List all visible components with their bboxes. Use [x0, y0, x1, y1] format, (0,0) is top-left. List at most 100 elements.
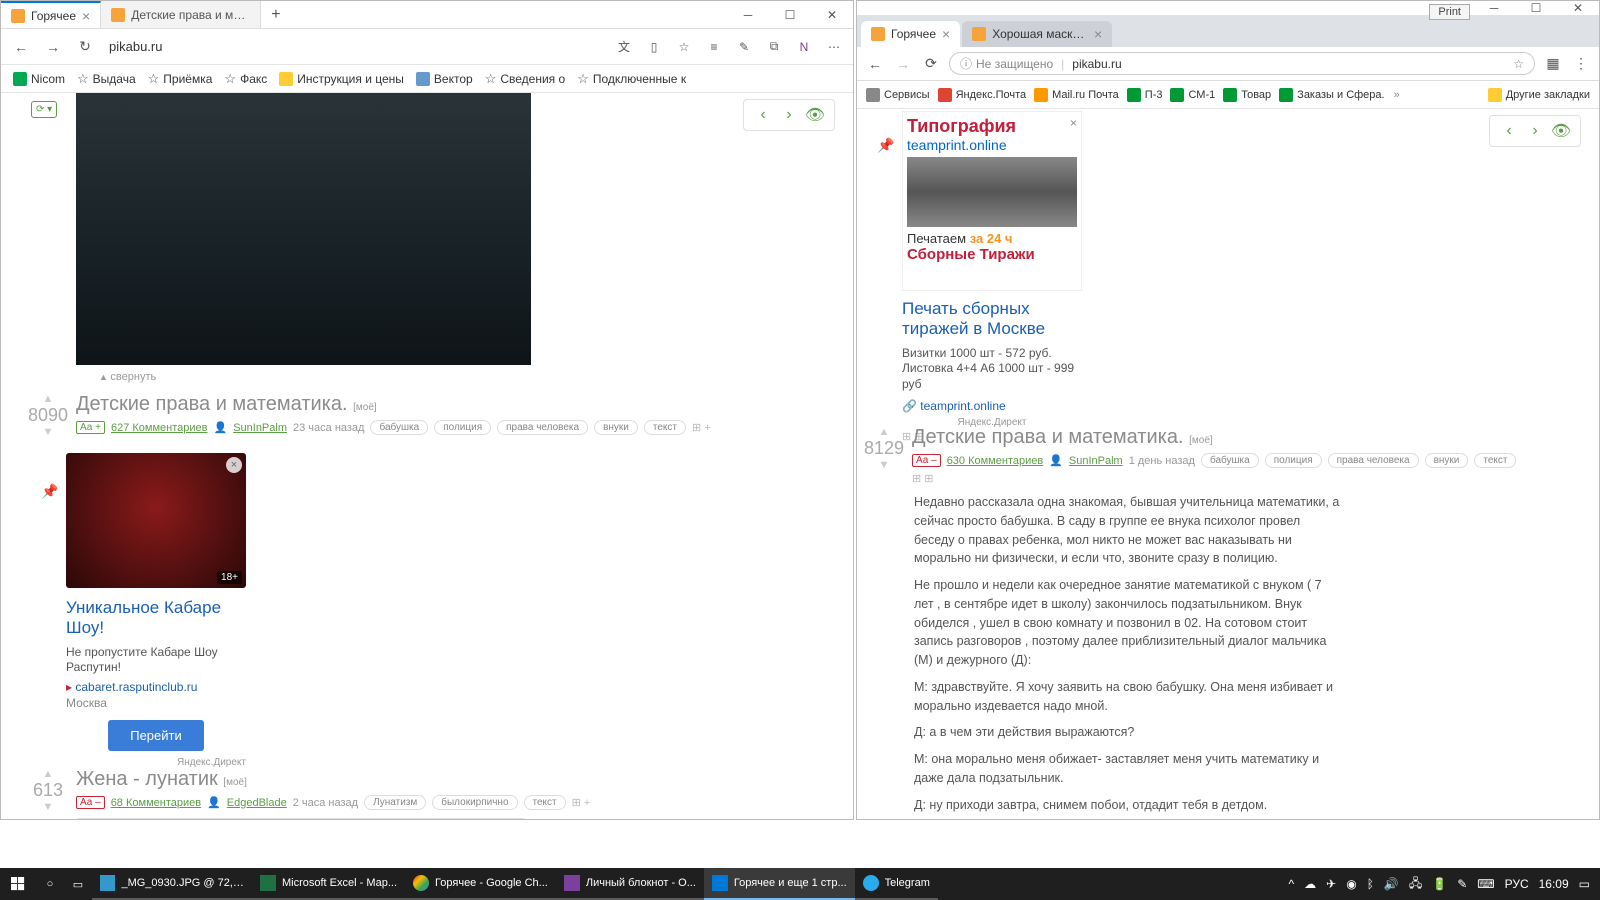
- upvote-button[interactable]: ▲: [26, 768, 70, 780]
- taskbar-item[interactable]: Горячее и еще 1 стр...: [704, 868, 855, 900]
- tag[interactable]: текст: [524, 795, 566, 810]
- bookmark-sved[interactable]: ☆Сведения о: [481, 69, 569, 89]
- bookmark-overflow[interactable]: »: [1394, 89, 1400, 101]
- more-tags[interactable]: ⊞ +: [572, 796, 591, 809]
- view-icon[interactable]: 👁: [1550, 120, 1572, 142]
- comments-link[interactable]: 630 Комментариев: [947, 455, 1044, 467]
- tag[interactable]: права человека: [1328, 453, 1419, 468]
- taskbar-item[interactable]: Telegram: [855, 868, 938, 900]
- chrome-tab-2[interactable]: Хорошая маскировка... ×: [962, 21, 1112, 47]
- ad-close-icon[interactable]: ×: [1070, 116, 1077, 130]
- bookmark-vydacha[interactable]: ☆Выдача: [73, 69, 140, 89]
- taskbar-item[interactable]: Microsoft Excel - Мар...: [252, 868, 405, 900]
- back-button[interactable]: ←: [865, 54, 885, 74]
- reading-icon[interactable]: ▯: [645, 38, 663, 56]
- user-link[interactable]: EdgedBlade: [227, 797, 287, 809]
- bookmark-yandex[interactable]: Яндекс.Почта: [935, 86, 1030, 104]
- collapse-link[interactable]: свернуть: [99, 371, 156, 383]
- prev-button[interactable]: ‹: [752, 104, 774, 126]
- more-icon[interactable]: ⋯: [825, 38, 843, 56]
- more-tags[interactable]: ⊞ +: [692, 421, 711, 434]
- ad-title[interactable]: Печать сборных тиражей в Москве: [902, 299, 1082, 340]
- ad-title[interactable]: Уникальное Кабаре Шоу!: [66, 598, 246, 639]
- downvote-button[interactable]: ▼: [862, 459, 906, 471]
- onenote-icon[interactable]: N: [795, 38, 813, 56]
- post-title[interactable]: Детские права и математика. [моё]: [76, 393, 796, 416]
- taskbar-item[interactable]: _MG_0930.JPG @ 72,6...: [92, 868, 252, 900]
- ad-link[interactable]: 🔗 teamprint.online: [902, 399, 1082, 413]
- notes-icon[interactable]: ✎: [735, 38, 753, 56]
- bookmark-nicom[interactable]: Nicom: [9, 70, 69, 88]
- tray-bluetooth-icon[interactable]: ᛒ: [1367, 877, 1374, 891]
- tiny-icons[interactable]: ⊞ ⊞: [912, 472, 1562, 485]
- aa-badge[interactable]: Аа +: [76, 421, 105, 434]
- tag[interactable]: полиция: [1265, 453, 1322, 468]
- bookmark-fax[interactable]: ☆Факс: [220, 69, 271, 89]
- ad-image[interactable]: × Типография teamprint.online Печатаем з…: [902, 111, 1082, 291]
- tag[interactable]: внуки: [1425, 453, 1469, 468]
- refresh-button[interactable]: ⟳: [921, 54, 941, 74]
- close-icon[interactable]: ×: [82, 8, 90, 24]
- bookmark-p3[interactable]: П-3: [1124, 86, 1166, 104]
- tray-telegram-icon[interactable]: ✈: [1326, 877, 1336, 891]
- hub-icon[interactable]: ≡: [705, 38, 723, 56]
- downvote-button[interactable]: ▼: [26, 801, 70, 813]
- comments-link[interactable]: 68 Комментариев: [111, 797, 201, 809]
- ad-image[interactable]: × 18+: [66, 453, 246, 588]
- forward-button[interactable]: →: [43, 37, 63, 57]
- security-badge[interactable]: ⓘ Не защищено: [960, 55, 1053, 72]
- tag[interactable]: былокирпично: [432, 795, 517, 810]
- forward-button[interactable]: →: [893, 54, 913, 74]
- upvote-button[interactable]: ▲: [26, 393, 70, 405]
- tray-lang[interactable]: РУС: [1505, 877, 1529, 891]
- taskbar-item[interactable]: Горячее - Google Ch...: [405, 868, 556, 900]
- tray-time[interactable]: 16:09: [1539, 877, 1569, 891]
- bookmark-podkl[interactable]: ☆Подключенные к: [573, 69, 690, 89]
- tray-notifications-icon[interactable]: ▭: [1579, 877, 1590, 891]
- bookmark-vektor[interactable]: Вектор: [412, 70, 477, 88]
- refresh-button[interactable]: ↻: [75, 37, 95, 57]
- bookmark-zakazy[interactable]: Заказы и Сфера.: [1276, 86, 1387, 104]
- star-icon[interactable]: ☆: [1513, 57, 1524, 71]
- tray-battery-icon[interactable]: 🔋: [1432, 877, 1447, 891]
- next-button[interactable]: ›: [1524, 120, 1546, 142]
- bookmark-services[interactable]: Сервисы: [863, 86, 933, 104]
- close-icon[interactable]: ×: [942, 26, 950, 42]
- task-view-button[interactable]: ▭: [64, 878, 92, 891]
- tray-onedrive-icon[interactable]: ☁: [1304, 877, 1316, 891]
- close-window-button[interactable]: ✕: [1557, 1, 1599, 15]
- ad-close-icon[interactable]: ×: [226, 457, 242, 473]
- user-link[interactable]: SunInPalm: [233, 422, 287, 434]
- tray-keyboard-icon[interactable]: ⌨: [1477, 877, 1494, 891]
- edge-tab-1[interactable]: Горячее ×: [1, 1, 101, 28]
- bookmark-mailru[interactable]: Mail.ru Почта: [1031, 86, 1122, 104]
- bookmark-tovar[interactable]: Товар: [1220, 86, 1274, 104]
- view-icon[interactable]: 👁: [804, 104, 826, 126]
- taskbar-item[interactable]: Личный блокнот - O...: [556, 868, 704, 900]
- post-image-ocean[interactable]: [76, 93, 531, 365]
- aa-badge[interactable]: Аа –: [76, 796, 105, 809]
- tag[interactable]: полиция: [434, 420, 491, 435]
- translate-icon[interactable]: 文: [615, 38, 633, 56]
- post-title[interactable]: Детские права и математика. [моё]: [912, 426, 1562, 449]
- address-input[interactable]: pikabu.ru: [107, 37, 603, 56]
- tag[interactable]: текст: [644, 420, 686, 435]
- other-bookmarks[interactable]: Другие закладки: [1485, 86, 1593, 104]
- prev-button[interactable]: ‹: [1498, 120, 1520, 142]
- user-link[interactable]: SunInPalm: [1069, 455, 1123, 467]
- tag[interactable]: текст: [1474, 453, 1516, 468]
- tag[interactable]: права человека: [497, 420, 588, 435]
- comments-link[interactable]: 627 Комментариев: [111, 422, 208, 434]
- tag[interactable]: Лунатизм: [364, 795, 426, 810]
- tray-volume-icon[interactable]: 🔊: [1384, 877, 1399, 891]
- favorite-icon[interactable]: ☆: [675, 38, 693, 56]
- minimize-button[interactable]: ─: [727, 1, 769, 28]
- ad-link[interactable]: ▸ cabaret.rasputinclub.ru: [66, 680, 246, 694]
- share-icon[interactable]: ⧉: [765, 38, 783, 56]
- edge-tab-2[interactable]: Детские права и математи: [101, 1, 261, 28]
- aa-badge[interactable]: Аа –: [912, 454, 941, 467]
- maximize-button[interactable]: ☐: [769, 1, 811, 28]
- menu-icon[interactable]: ⋮: [1571, 54, 1591, 74]
- address-field[interactable]: ⓘ Не защищено | pikabu.ru ☆: [949, 52, 1535, 75]
- scroll-badge[interactable]: ⟳ ▾: [31, 101, 57, 118]
